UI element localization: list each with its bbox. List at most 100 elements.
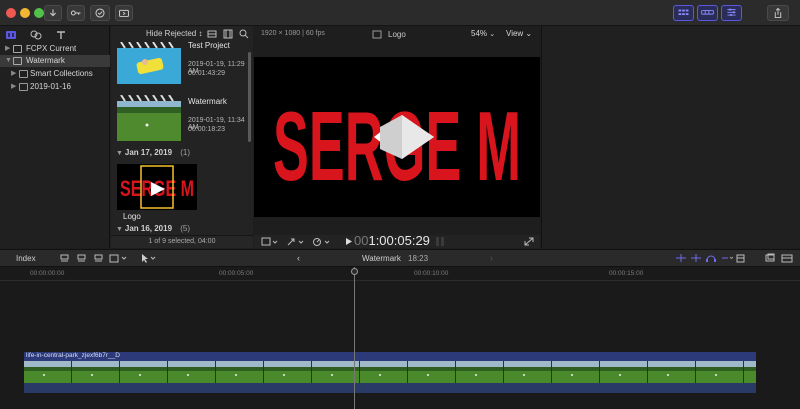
logo-image: SERGE M: [273, 91, 521, 201]
checkmark-icon: [95, 8, 105, 18]
logo-clip-thumbnail[interactable]: SERGE M: [117, 164, 197, 210]
folder-icon: [19, 70, 28, 78]
arrow-tool-icon[interactable]: [140, 253, 158, 264]
browser-layout-icon: [678, 9, 689, 16]
share-button[interactable]: [767, 5, 789, 21]
photos-audio-tab-icon[interactable]: [30, 29, 42, 41]
speed-icon[interactable]: [312, 237, 332, 246]
edit-buttons-group: [60, 253, 130, 264]
library-item-fcpx-current[interactable]: ▶ FCPX Current: [0, 43, 110, 55]
inspector-sliders-icon: [727, 8, 736, 16]
key-icon: [70, 10, 81, 16]
ruler-label: 00:00:15:00: [609, 270, 644, 277]
clip-label: life-in-central-park_zjexf6b7r__D: [26, 352, 120, 359]
test-project-thumbnail[interactable]: [117, 42, 181, 84]
zoom-level[interactable]: 54% ⌄: [471, 29, 495, 38]
format-info: 1920 × 1080 | 60 fps: [261, 30, 325, 37]
timeline-back-icon[interactable]: ‹: [297, 253, 300, 263]
clip-duration: 00:01:43:29: [188, 70, 225, 77]
clip-name: Watermark: [188, 97, 227, 106]
library-item-label: Smart Collections: [30, 69, 93, 78]
disclosure-chevron-icon[interactable]: ▼: [5, 55, 12, 67]
timecode-prefix: 00: [354, 233, 369, 248]
disclosure-chevron-icon[interactable]: ▼: [116, 226, 125, 233]
library-icon: [13, 45, 22, 53]
library-item-watermark[interactable]: ▼ Watermark: [0, 55, 110, 67]
timeline-forward-icon[interactable]: ›: [490, 253, 493, 263]
playhead-handle[interactable]: [351, 268, 358, 275]
disclosure-chevron-icon[interactable]: ▶: [11, 68, 16, 80]
clip-audio-waveform[interactable]: [24, 383, 756, 393]
analyze-button[interactable]: [90, 5, 110, 21]
filmstrip-frames: [24, 361, 756, 383]
play-button[interactable]: [344, 237, 353, 246]
background-tasks-icon: [119, 9, 129, 18]
primary-clip-header[interactable]: life-in-central-park_zjexf6b7r__D: [24, 352, 756, 361]
library-item-smart-collections[interactable]: ▶ Smart Collections: [0, 68, 110, 80]
titles-generators-tab-icon[interactable]: [55, 29, 67, 41]
ruler-label: 00:00:00:00: [30, 270, 65, 277]
viewer-options-icon[interactable]: [261, 237, 279, 246]
minimize-window-button[interactable]: [20, 8, 30, 18]
clip-duration: 00:00:18:23: [188, 126, 225, 133]
project-duration: 18:23: [408, 254, 429, 263]
library-item-label: FCPX Current: [26, 44, 77, 53]
disclosure-chevron-icon[interactable]: ▶: [5, 43, 10, 55]
transform-tools-icon[interactable]: [286, 237, 306, 246]
viewer-transport-bar: 001:00:05:29: [254, 233, 540, 248]
event-icon: [19, 83, 28, 91]
timeline-area[interactable]: life-in-central-park_zjexf6b7r__D: [0, 267, 800, 409]
fullscreen-icon[interactable]: [524, 237, 534, 246]
timeline-layout-icon: [701, 10, 714, 15]
browser-status-bar: 1 of 9 selected, 04:00: [111, 235, 253, 248]
clip-appearance-icon[interactable]: [207, 29, 217, 39]
share-icon: [774, 7, 782, 18]
watermark-project-thumbnail[interactable]: [117, 95, 181, 141]
timecode-display[interactable]: 001:00:05:29: [354, 233, 430, 248]
show-timeline-button[interactable]: [697, 5, 718, 21]
ruler-label: 00:00:05:00: [219, 270, 254, 277]
inspector-panel: [541, 26, 800, 248]
timeline-ruler[interactable]: 00:00:00:00 00:00:05:00 00:00:10:00 00:0…: [0, 267, 800, 281]
viewer-clip-name: Logo: [388, 30, 406, 39]
clip-name: Test Project: [188, 41, 230, 50]
clip-name: Logo: [123, 212, 141, 221]
audio-meter-icon: [435, 236, 445, 247]
library-item-label: 2019-01-16: [30, 82, 71, 91]
browser-panel: Hide Rejected ↕ Test Project 2019-01-19,…: [111, 26, 253, 248]
view-menu[interactable]: View ⌄: [506, 29, 532, 38]
library-item-event-2019-01-16[interactable]: ▶ 2019-01-16: [0, 81, 110, 93]
timeline-view-options[interactable]: [765, 253, 795, 264]
library-item-label: Watermark: [26, 56, 65, 65]
search-icon[interactable]: [239, 29, 249, 39]
playhead[interactable]: [354, 267, 355, 409]
zoom-window-button[interactable]: [34, 8, 44, 18]
import-button[interactable]: [44, 5, 62, 21]
background-tasks-button[interactable]: [115, 5, 133, 21]
timeline-toolbar: Index ‹ Watermark 18:23 ›: [0, 249, 800, 267]
timecode-value: 1:00:05:29: [368, 233, 430, 248]
keywords-button[interactable]: [67, 5, 85, 21]
group-count: (1): [180, 148, 191, 157]
disclosure-chevron-icon[interactable]: ▼: [116, 150, 125, 157]
close-window-button[interactable]: [6, 8, 16, 18]
viewer-canvas[interactable]: SERGE M: [254, 57, 540, 217]
filmstrip-icon[interactable]: [223, 29, 233, 39]
event-group-header[interactable]: ▼ Jan 16, 2019 (5): [116, 224, 190, 233]
group-date: Jan 17, 2019: [124, 148, 173, 157]
primary-clip-filmstrip[interactable]: [24, 361, 756, 383]
timeline-index-button[interactable]: Index: [16, 254, 36, 263]
libraries-tab-icon[interactable]: [5, 29, 17, 41]
down-arrow-icon: [49, 9, 57, 17]
hide-rejected-filter[interactable]: Hide Rejected ↕: [146, 29, 202, 38]
browser-scrollbar[interactable]: [248, 52, 251, 142]
ruler-label: 00:00:10:00: [414, 270, 449, 277]
disclosure-chevron-icon[interactable]: ▶: [11, 81, 16, 93]
show-browser-button[interactable]: [673, 5, 694, 21]
event-group-header[interactable]: ▼ Jan 17, 2019 (1): [116, 148, 190, 157]
group-date: Jan 16, 2019: [124, 224, 173, 233]
chevron-down-icon: ⌄: [489, 31, 496, 38]
play-icon: [346, 238, 352, 245]
title-bar: [0, 0, 800, 26]
show-inspector-button[interactable]: [721, 5, 742, 21]
